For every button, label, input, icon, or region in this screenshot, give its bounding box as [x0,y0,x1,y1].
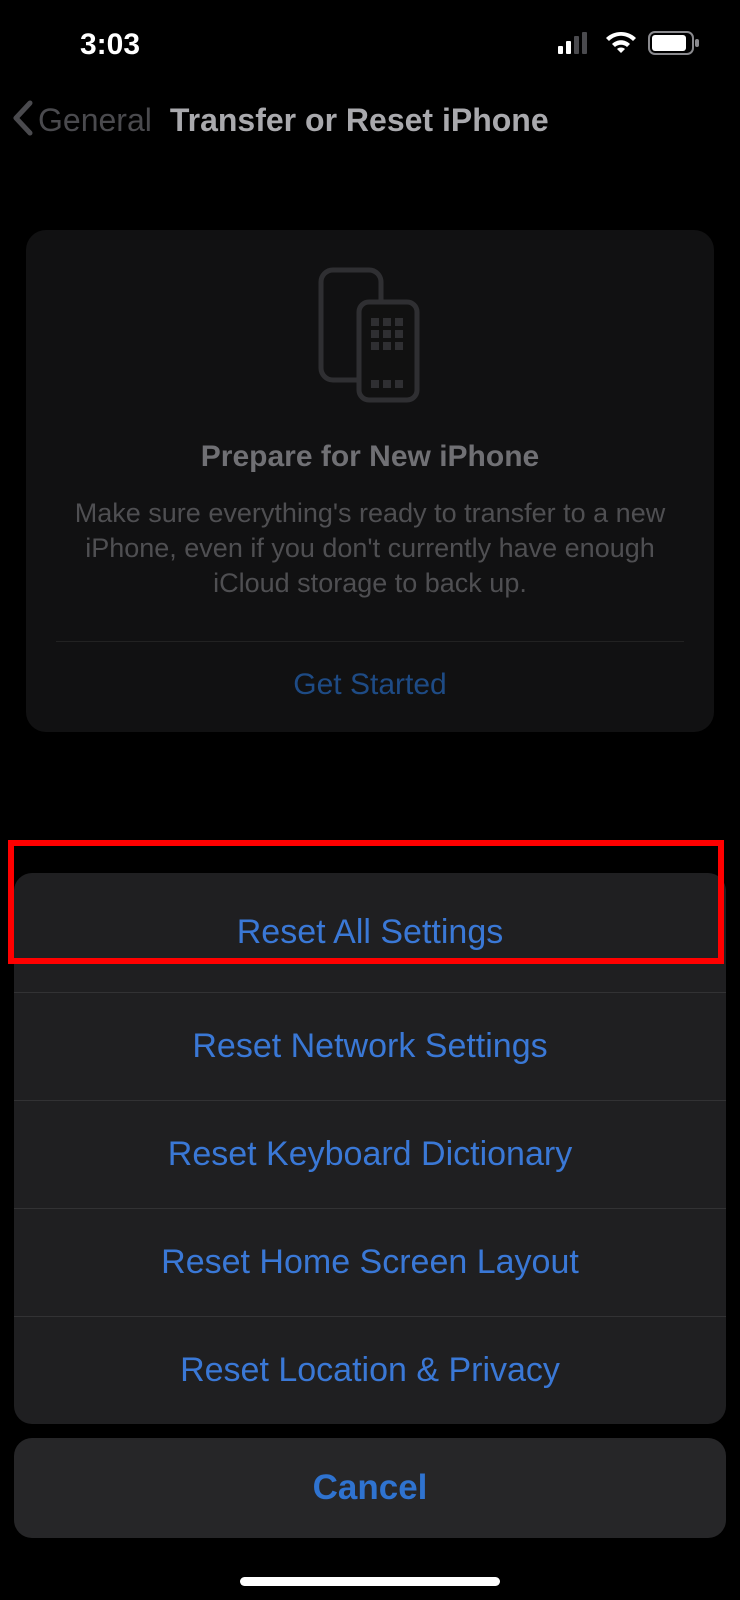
get-started-button[interactable]: Get Started [56,642,684,732]
prepare-title: Prepare for New iPhone [56,440,684,474]
nav-title: Transfer or Reset iPhone [170,102,549,139]
nav-back-label[interactable]: General [38,102,152,139]
prepare-description: Make sure everything's ready to transfer… [56,496,684,601]
cancel-button[interactable]: Cancel [14,1438,726,1538]
nav-bar: General Transfer or Reset iPhone [0,90,740,150]
reset-options-group: Reset All Settings Reset Network Setting… [14,873,726,1424]
home-indicator[interactable] [240,1577,500,1586]
battery-icon [648,31,700,60]
status-icons [558,31,700,60]
status-bar: 3:03 [0,0,740,90]
reset-home-screen-layout-button[interactable]: Reset Home Screen Layout [14,1208,726,1316]
wifi-icon [604,31,638,60]
back-chevron-icon[interactable] [10,100,34,141]
cellular-icon [558,32,594,59]
reset-keyboard-dictionary-button[interactable]: Reset Keyboard Dictionary [14,1100,726,1208]
prepare-card: Prepare for New iPhone Make sure everyth… [26,230,714,732]
reset-location-privacy-button[interactable]: Reset Location & Privacy [14,1316,726,1424]
reset-network-settings-button[interactable]: Reset Network Settings [14,992,726,1100]
status-time: 3:03 [80,28,140,62]
reset-all-settings-button[interactable]: Reset All Settings [14,873,726,992]
reset-action-sheet: Reset All Settings Reset Network Setting… [14,873,726,1538]
devices-icon [56,266,684,406]
